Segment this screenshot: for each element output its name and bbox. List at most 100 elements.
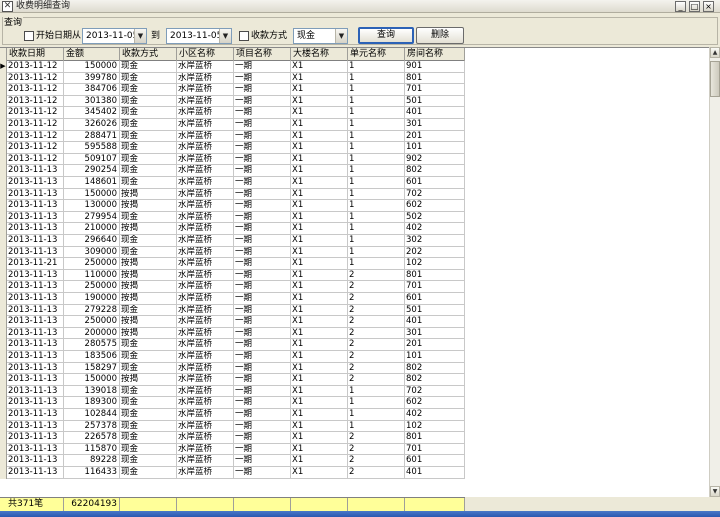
app-icon[interactable]: ✕ bbox=[2, 1, 13, 12]
cell-project[interactable]: 一期 bbox=[234, 316, 291, 328]
cell-project[interactable]: 一期 bbox=[234, 293, 291, 305]
cell-date[interactable]: 2013-11-13 bbox=[7, 467, 64, 479]
cell-community[interactable]: 水岸蓝桥 bbox=[177, 409, 234, 421]
cell-unit[interactable]: 1 bbox=[348, 107, 405, 119]
cell-community[interactable]: 水岸蓝桥 bbox=[177, 142, 234, 154]
cell-method[interactable]: 按揭 bbox=[120, 188, 177, 201]
cell-date[interactable]: 2013-11-13 bbox=[7, 351, 64, 363]
cell-unit[interactable]: 2 bbox=[348, 351, 405, 363]
column-header-project[interactable]: 项目名称 bbox=[234, 48, 291, 61]
delete-button[interactable]: 删除 bbox=[416, 27, 464, 44]
cell-community[interactable]: 水岸蓝桥 bbox=[177, 432, 234, 444]
cell-project[interactable]: 一期 bbox=[234, 351, 291, 363]
cell-building[interactable]: X1 bbox=[291, 281, 348, 293]
cell-amount[interactable]: 279228 bbox=[64, 304, 120, 317]
table-row[interactable]: 2013-11-13 280575 现金 水岸蓝桥 一期 X1 2 201 bbox=[0, 339, 465, 351]
cell-building[interactable]: X1 bbox=[291, 339, 348, 351]
cell-project[interactable]: 一期 bbox=[234, 420, 291, 433]
column-header-amount[interactable]: 金额 bbox=[64, 48, 120, 61]
cell-project[interactable]: 一期 bbox=[234, 211, 291, 224]
cell-building[interactable]: X1 bbox=[291, 165, 348, 177]
cell-method[interactable]: 现金 bbox=[120, 235, 177, 247]
table-row[interactable]: 2013-11-13 150000 按揭 水岸蓝桥 一期 X1 2 802 bbox=[0, 374, 465, 386]
cell-method[interactable]: 按揭 bbox=[120, 269, 177, 282]
cell-building[interactable]: X1 bbox=[291, 455, 348, 467]
cell-community[interactable]: 水岸蓝桥 bbox=[177, 443, 234, 456]
cell-project[interactable]: 一期 bbox=[234, 385, 291, 398]
row-indicator[interactable] bbox=[0, 269, 7, 282]
cell-date[interactable]: 2013-11-12 bbox=[7, 84, 64, 96]
cell-room[interactable]: 901 bbox=[405, 61, 465, 73]
minimize-button[interactable]: _ bbox=[675, 1, 686, 12]
cell-room[interactable]: 902 bbox=[405, 153, 465, 166]
cell-community[interactable]: 水岸蓝桥 bbox=[177, 223, 234, 235]
cell-room[interactable]: 201 bbox=[405, 130, 465, 143]
cell-building[interactable]: X1 bbox=[291, 316, 348, 328]
column-header-building[interactable]: 大楼名称 bbox=[291, 48, 348, 61]
cell-community[interactable]: 水岸蓝桥 bbox=[177, 258, 234, 270]
cell-room[interactable]: 401 bbox=[405, 316, 465, 328]
cell-project[interactable]: 一期 bbox=[234, 397, 291, 409]
payment-method-checkbox[interactable] bbox=[239, 31, 249, 41]
cell-unit[interactable]: 1 bbox=[348, 211, 405, 224]
row-indicator[interactable] bbox=[0, 420, 7, 433]
cell-unit[interactable]: 1 bbox=[348, 61, 405, 73]
cell-project[interactable]: 一期 bbox=[234, 362, 291, 375]
cell-unit[interactable]: 1 bbox=[348, 397, 405, 409]
cell-amount[interactable]: 189300 bbox=[64, 397, 120, 409]
cell-amount[interactable]: 183506 bbox=[64, 351, 120, 363]
row-indicator[interactable] bbox=[0, 409, 7, 421]
cell-building[interactable]: X1 bbox=[291, 246, 348, 259]
cell-date[interactable]: 2013-11-13 bbox=[7, 223, 64, 235]
query-button[interactable]: 查询 bbox=[358, 27, 414, 44]
cell-date[interactable]: 2013-11-13 bbox=[7, 432, 64, 444]
cell-project[interactable]: 一期 bbox=[234, 223, 291, 235]
row-indicator[interactable] bbox=[0, 362, 7, 375]
cell-building[interactable]: X1 bbox=[291, 467, 348, 479]
cell-community[interactable]: 水岸蓝桥 bbox=[177, 304, 234, 317]
cell-amount[interactable]: 257378 bbox=[64, 420, 120, 433]
cell-unit[interactable]: 2 bbox=[348, 339, 405, 351]
cell-date[interactable]: 2013-11-13 bbox=[7, 385, 64, 398]
cell-date[interactable]: 2013-11-13 bbox=[7, 304, 64, 317]
table-row[interactable]: 2013-11-13 309000 现金 水岸蓝桥 一期 X1 1 202 bbox=[0, 246, 465, 259]
chevron-down-icon[interactable]: ▼ bbox=[219, 29, 231, 43]
cell-method[interactable]: 现金 bbox=[120, 420, 177, 433]
cell-method[interactable]: 现金 bbox=[120, 304, 177, 317]
cell-method[interactable]: 按揭 bbox=[120, 223, 177, 235]
cell-community[interactable]: 水岸蓝桥 bbox=[177, 107, 234, 119]
row-indicator[interactable] bbox=[0, 327, 7, 340]
cell-amount[interactable]: 150000 bbox=[64, 61, 120, 73]
cell-method[interactable]: 按揭 bbox=[120, 281, 177, 293]
cell-date[interactable]: 2013-11-13 bbox=[7, 246, 64, 259]
table-row[interactable]: 2013-11-13 89228 现金 水岸蓝桥 一期 X1 2 601 bbox=[0, 455, 465, 467]
cell-date[interactable]: 2013-11-13 bbox=[7, 409, 64, 421]
table-row[interactable]: 2013-11-12 509107 现金 水岸蓝桥 一期 X1 1 902 bbox=[0, 153, 465, 166]
cell-building[interactable]: X1 bbox=[291, 362, 348, 375]
cell-date[interactable]: 2013-11-13 bbox=[7, 188, 64, 201]
table-row[interactable]: 2013-11-13 102844 现金 水岸蓝桥 一期 X1 1 402 bbox=[0, 409, 465, 421]
cell-date[interactable]: 2013-11-13 bbox=[7, 177, 64, 189]
cell-amount[interactable]: 595588 bbox=[64, 142, 120, 154]
cell-room[interactable]: 801 bbox=[405, 72, 465, 85]
cell-method[interactable]: 现金 bbox=[120, 246, 177, 259]
cell-room[interactable]: 402 bbox=[405, 223, 465, 235]
cell-building[interactable]: X1 bbox=[291, 409, 348, 421]
cell-unit[interactable]: 2 bbox=[348, 269, 405, 282]
cell-amount[interactable]: 89228 bbox=[64, 455, 120, 467]
cell-date[interactable]: 2013-11-12 bbox=[7, 142, 64, 154]
cell-method[interactable]: 按揭 bbox=[120, 316, 177, 328]
cell-community[interactable]: 水岸蓝桥 bbox=[177, 211, 234, 224]
table-row[interactable]: 2013-11-13 290254 现金 水岸蓝桥 一期 X1 1 802 bbox=[0, 165, 465, 177]
cell-date[interactable]: 2013-11-12 bbox=[7, 107, 64, 119]
cell-method[interactable]: 现金 bbox=[120, 211, 177, 224]
chevron-down-icon[interactable]: ▼ bbox=[335, 29, 347, 43]
cell-unit[interactable]: 2 bbox=[348, 443, 405, 456]
cell-date[interactable]: 2013-11-12 bbox=[7, 153, 64, 166]
cell-unit[interactable]: 2 bbox=[348, 327, 405, 340]
cell-amount[interactable]: 345402 bbox=[64, 107, 120, 119]
cell-date[interactable]: 2013-11-13 bbox=[7, 165, 64, 177]
cell-room[interactable]: 702 bbox=[405, 385, 465, 398]
row-indicator[interactable] bbox=[0, 432, 7, 444]
cell-date[interactable]: 2013-11-12 bbox=[7, 61, 64, 73]
